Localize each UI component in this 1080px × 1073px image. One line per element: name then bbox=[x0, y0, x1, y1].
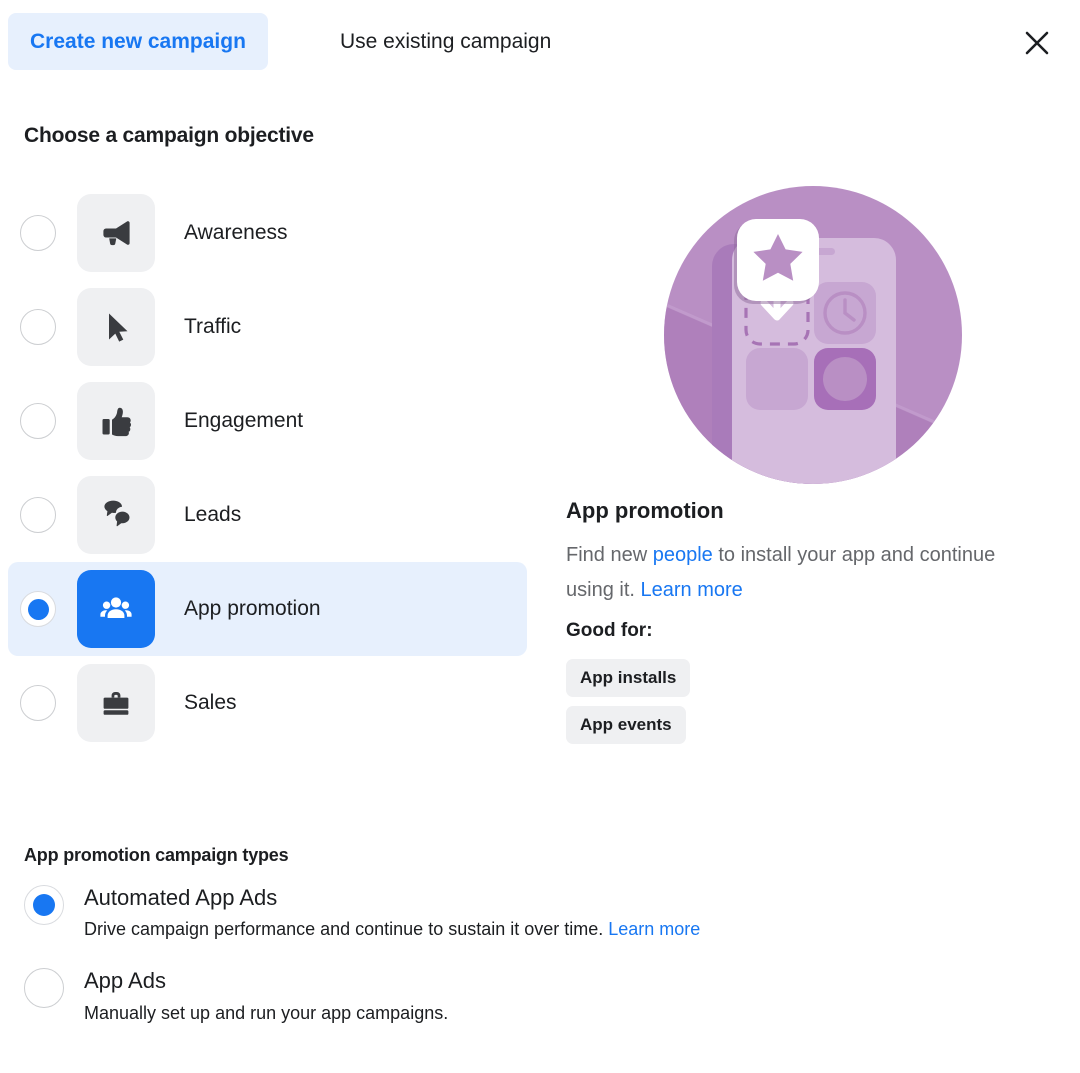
objective-radio-traffic[interactable] bbox=[20, 309, 56, 345]
campaign-types-list: Automated App Ads Drive campaign perform… bbox=[24, 885, 1024, 1052]
campaign-type-desc-text-app-ads: Manually set up and run your app campaig… bbox=[84, 1002, 449, 1023]
objective-radio-sales[interactable] bbox=[20, 685, 56, 721]
briefcase-icon bbox=[77, 664, 155, 742]
campaign-type-label-automated-app-ads: Automated App Ads bbox=[84, 885, 278, 910]
objective-label-app-promotion: App promotion bbox=[184, 597, 321, 620]
close-button[interactable] bbox=[1016, 22, 1058, 64]
objective-label-awareness: Awareness bbox=[184, 221, 288, 244]
app-promotion-illustration bbox=[664, 186, 962, 484]
campaign-type-desc-text-automated: Drive campaign performance and continue … bbox=[84, 919, 609, 940]
objective-row-sales[interactable]: Sales bbox=[8, 656, 527, 750]
objective-label-sales: Sales bbox=[184, 691, 237, 714]
campaign-type-radio-app-ads[interactable] bbox=[24, 968, 64, 1009]
good-for-label: Good for: bbox=[566, 620, 653, 641]
objective-row-awareness[interactable]: Awareness bbox=[8, 186, 527, 280]
campaign-type-row-automated-app-ads[interactable]: Automated App Ads Drive campaign perform… bbox=[24, 885, 1024, 940]
detail-title: App promotion bbox=[566, 498, 724, 523]
campaign-type-desc-automated-app-ads: Drive campaign performance and continue … bbox=[84, 919, 1024, 940]
badge-app-events: App events bbox=[566, 706, 686, 744]
objective-radio-app-promotion[interactable] bbox=[20, 591, 56, 627]
objective-radio-awareness[interactable] bbox=[20, 215, 56, 251]
good-for-badges: App installs App events bbox=[566, 659, 691, 753]
learn-more-link-automated-app-ads[interactable]: Learn more bbox=[608, 919, 700, 939]
objective-label-leads: Leads bbox=[184, 503, 242, 526]
campaign-type-desc-app-ads: Manually set up and run your app campaig… bbox=[84, 1003, 1024, 1024]
tab-use-existing-campaign-label: Use existing campaign bbox=[340, 29, 552, 53]
objective-radio-engagement[interactable] bbox=[20, 403, 56, 439]
objective-list: Awareness Traffic Engagement Leads App p… bbox=[8, 186, 528, 750]
detail-description: Find new people to install your app and … bbox=[566, 538, 1018, 608]
detail-desc-part1: Find new bbox=[566, 544, 653, 566]
campaign-types-title: App promotion campaign types bbox=[24, 845, 289, 865]
campaign-type-label-app-ads: App Ads bbox=[84, 968, 166, 994]
objective-label-engagement: Engagement bbox=[184, 409, 304, 432]
megaphone-icon bbox=[77, 194, 155, 272]
campaign-type-row-app-ads[interactable]: App Ads Manually set up and run your app… bbox=[24, 968, 1024, 1023]
thumbs-up-icon bbox=[77, 382, 155, 460]
campaign-type-radio-automated-app-ads[interactable] bbox=[24, 885, 64, 925]
objective-row-engagement[interactable]: Engagement bbox=[8, 374, 527, 468]
dialog-tab-bar: Create new campaign Use existing campaig… bbox=[0, 0, 1080, 84]
learn-more-link-detail[interactable]: Learn more bbox=[640, 579, 742, 601]
objective-section-title: Choose a campaign objective bbox=[24, 124, 314, 147]
objective-row-traffic[interactable]: Traffic bbox=[8, 280, 527, 374]
tab-create-new-campaign-label: Create new campaign bbox=[30, 29, 246, 53]
objective-label-traffic: Traffic bbox=[184, 315, 242, 338]
tab-use-existing-campaign[interactable]: Use existing campaign bbox=[318, 13, 573, 70]
people-group-icon bbox=[77, 570, 155, 648]
campaign-objective-dialog: Create new campaign Use existing campaig… bbox=[0, 0, 1080, 1073]
objective-row-app-promotion[interactable]: App promotion bbox=[8, 562, 527, 656]
cursor-icon bbox=[77, 288, 155, 366]
people-link[interactable]: people bbox=[653, 544, 713, 566]
objective-row-leads[interactable]: Leads bbox=[8, 468, 527, 562]
tab-create-new-campaign[interactable]: Create new campaign bbox=[8, 13, 268, 70]
objective-radio-leads[interactable] bbox=[20, 497, 56, 533]
close-icon bbox=[1025, 31, 1049, 55]
badge-app-installs: App installs bbox=[566, 659, 691, 697]
chat-bubbles-icon bbox=[77, 476, 155, 554]
